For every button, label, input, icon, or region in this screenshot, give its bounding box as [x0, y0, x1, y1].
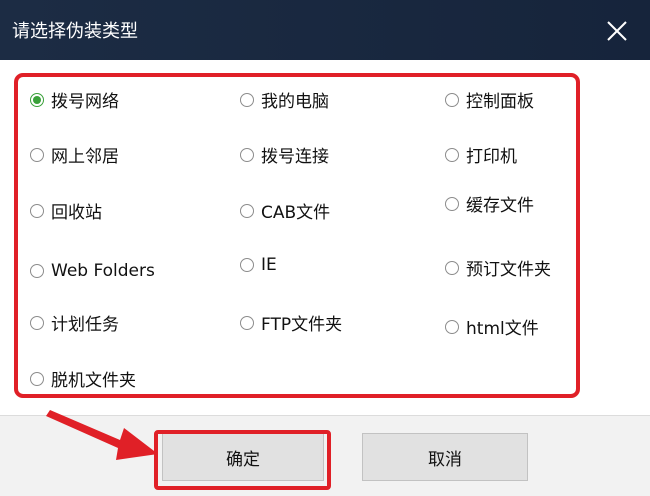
option-label: FTP文件夹	[261, 315, 343, 335]
radio[interactable]	[445, 92, 459, 107]
option-bohao-wangluo[interactable]: 拨号网络	[30, 87, 119, 112]
option-ftp-folder[interactable]: FTP文件夹	[240, 310, 342, 335]
radio[interactable]	[445, 319, 459, 334]
red-arrow-icon	[46, 410, 158, 460]
option-label: 控制面板	[466, 92, 534, 112]
option-ie[interactable]: IE	[240, 255, 277, 275]
option-huishouzhan[interactable]: 回收站	[30, 198, 102, 223]
title-bar: 请选择伪装类型	[0, 0, 650, 60]
option-kongzhi-mianban[interactable]: 控制面板	[445, 87, 534, 112]
radio[interactable]	[240, 258, 254, 272]
option-wode-diannao[interactable]: 我的电脑	[240, 87, 329, 112]
option-web-folders[interactable]: Web Folders	[30, 261, 155, 281]
option-label: Web Folders	[51, 261, 155, 281]
radio[interactable]	[445, 260, 459, 275]
radio[interactable]	[30, 264, 44, 278]
option-label: 预订文件夹	[466, 260, 551, 280]
cancel-button[interactable]: 取消	[362, 433, 528, 481]
option-wangshang-linju[interactable]: 网上邻居	[30, 142, 119, 167]
option-yuding-folder[interactable]: 预订文件夹	[445, 255, 551, 280]
radio[interactable]	[30, 147, 44, 162]
options-highlight-box	[14, 73, 580, 398]
close-icon[interactable]	[600, 14, 634, 48]
option-label: 脱机文件夹	[51, 371, 136, 391]
radio[interactable]	[445, 147, 459, 162]
option-tuoji-folder[interactable]: 脱机文件夹	[30, 366, 136, 391]
option-label: 我的电脑	[261, 92, 329, 112]
radio-selected[interactable]	[30, 92, 44, 107]
option-label: CAB文件	[261, 203, 331, 223]
option-label: IE	[261, 255, 277, 275]
option-label: 回收站	[51, 203, 102, 223]
option-label: html文件	[466, 319, 539, 339]
option-label: 拨号网络	[51, 92, 119, 112]
dialog-title: 请选择伪装类型	[12, 21, 138, 42]
radio[interactable]	[30, 371, 44, 386]
ok-button-highlight	[154, 430, 331, 490]
radio[interactable]	[240, 147, 254, 162]
option-html-file[interactable]: html文件	[445, 314, 539, 339]
option-dayinji[interactable]: 打印机	[445, 142, 517, 167]
option-jihua-renwu[interactable]: 计划任务	[30, 310, 119, 335]
option-bohao-lianjie[interactable]: 拨号连接	[240, 142, 329, 167]
option-label: 打印机	[466, 147, 517, 167]
radio[interactable]	[445, 196, 459, 211]
radio[interactable]	[240, 315, 254, 330]
option-cache-file[interactable]: 缓存文件	[445, 191, 534, 216]
option-label: 拨号连接	[261, 147, 329, 167]
option-label: 计划任务	[51, 315, 119, 335]
radio[interactable]	[30, 203, 44, 218]
option-cab-file[interactable]: CAB文件	[240, 198, 330, 223]
radio[interactable]	[30, 315, 44, 330]
radio[interactable]	[240, 203, 254, 218]
option-label: 缓存文件	[466, 196, 534, 216]
option-label: 网上邻居	[51, 147, 119, 167]
radio[interactable]	[240, 92, 254, 107]
